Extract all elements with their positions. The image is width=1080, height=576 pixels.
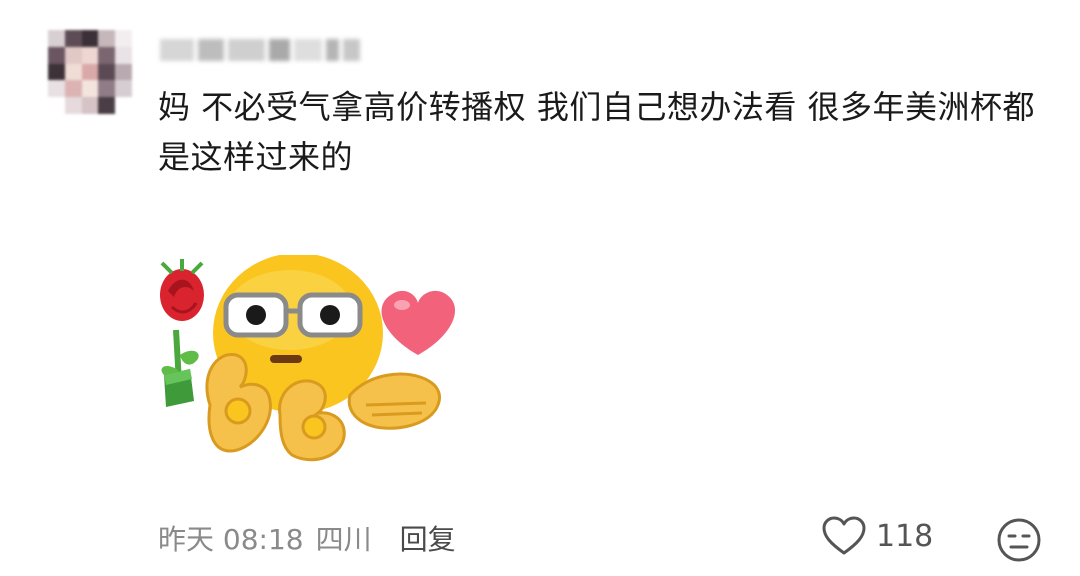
emoji-sticker	[160, 255, 456, 462]
rose-icon	[160, 259, 204, 407]
heart-outline-icon	[822, 516, 866, 555]
comment-time: 昨天 08:18	[158, 523, 304, 556]
avatar[interactable]	[48, 30, 132, 114]
like-button[interactable]: 118	[822, 516, 933, 556]
username-blurred[interactable]	[160, 34, 360, 66]
like-count: 118	[876, 518, 934, 554]
comment-location: 四川	[315, 523, 372, 556]
comment-text: 妈 不必受气拿高价转播权 我们自己想办法看 很多年美洲杯都是这样过来的	[158, 88, 1036, 176]
reply-button[interactable]: 回复	[400, 518, 456, 558]
heart-sticker-icon	[381, 290, 456, 355]
comment-meta: 昨天 08:18 四川 回复	[158, 518, 456, 558]
neutral-face-icon[interactable]	[996, 517, 1042, 563]
